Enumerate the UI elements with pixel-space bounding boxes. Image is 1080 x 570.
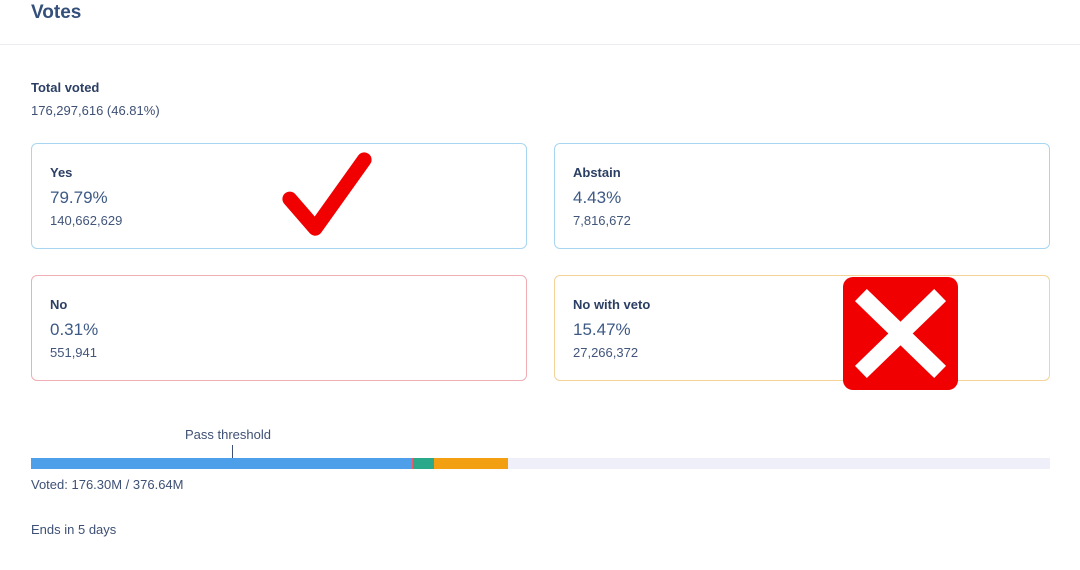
bar-segment-no-with-veto bbox=[434, 458, 508, 469]
total-voted-value: 176,297,616 (46.81%) bbox=[31, 103, 160, 118]
vote-card-count: 140,662,629 bbox=[50, 213, 123, 228]
total-voted-label: Total voted bbox=[31, 80, 100, 95]
vote-card-count: 7,816,672 bbox=[573, 213, 631, 228]
vote-card-no: No 0.31% 551,941 bbox=[31, 275, 527, 381]
vote-card-label: Abstain bbox=[573, 165, 621, 180]
vote-card-label: No with veto bbox=[573, 297, 651, 312]
panel-title: Votes bbox=[31, 2, 82, 23]
panel-header: Votes bbox=[0, 0, 1080, 45]
vote-card-count: 551,941 bbox=[50, 345, 97, 360]
vote-card-percent: 79.79% bbox=[50, 188, 108, 207]
vote-card-percent: 4.43% bbox=[573, 188, 622, 207]
red-checkmark-icon bbox=[278, 148, 376, 241]
voted-summary: Voted: 176.30M / 376.64M bbox=[31, 477, 184, 492]
vote-card-count: 27,266,372 bbox=[573, 345, 639, 360]
vote-card-percent: 0.31% bbox=[50, 320, 99, 339]
pass-threshold-label: Pass threshold bbox=[185, 427, 271, 442]
vote-card-label: Yes bbox=[50, 165, 73, 180]
votes-panel: Votes Total voted 176,297,616 (46.81%) Y… bbox=[0, 0, 1080, 570]
bar-segment-yes bbox=[31, 458, 412, 469]
vote-progress-bar bbox=[31, 458, 1050, 469]
pass-threshold-marker bbox=[232, 445, 233, 458]
voting-end-status: Ends in 5 days bbox=[31, 522, 117, 537]
vote-card-percent: 15.47% bbox=[573, 320, 631, 339]
vote-card-label: No bbox=[50, 297, 68, 312]
red-x-icon bbox=[843, 277, 958, 390]
vote-card-abstain: Abstain 4.43% 7,816,672 bbox=[554, 143, 1050, 249]
vote-card-no-with-veto: No with veto 15.47% 27,266,372 bbox=[554, 275, 1050, 381]
bar-segment-abstain bbox=[413, 458, 435, 469]
